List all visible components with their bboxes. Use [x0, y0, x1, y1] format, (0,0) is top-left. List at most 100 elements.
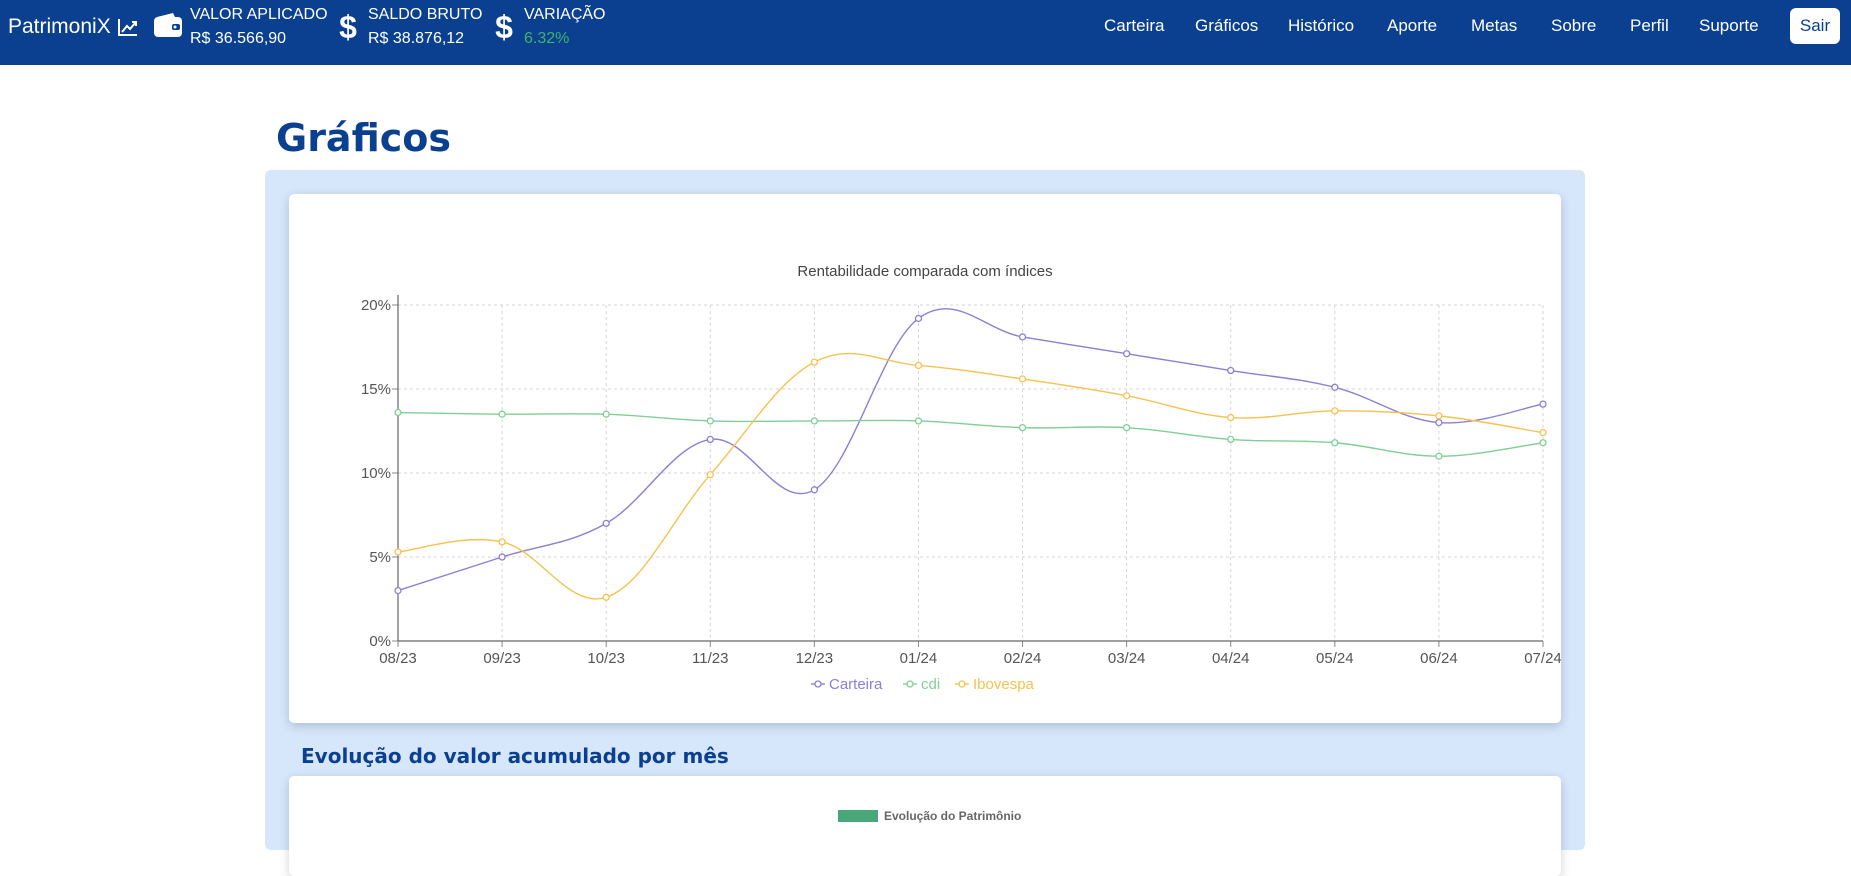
data-point [914, 314, 923, 323]
nav-carteira[interactable]: Carteira [1104, 16, 1164, 36]
data-point [498, 553, 506, 561]
svg-text:$: $ [495, 9, 513, 44]
section-title: Evolução do valor acumulado por mês [301, 744, 729, 768]
chart-card-evolucao [289, 776, 1561, 876]
data-point [1227, 366, 1235, 375]
data-point [394, 586, 402, 595]
data-point [1331, 439, 1339, 447]
data-point [1435, 452, 1443, 460]
nav-metas[interactable]: Metas [1471, 16, 1517, 36]
data-point [1331, 407, 1339, 415]
x-tick-label: 07/24 [1524, 650, 1561, 667]
data-point [1122, 392, 1131, 400]
data-point [706, 417, 714, 425]
legend-label: Carteira [829, 676, 883, 693]
chart-legend[interactable]: Evolução do Patrimônio [838, 809, 1021, 823]
series-line-carteira [397, 308, 1544, 592]
legend-marker [958, 680, 966, 688]
legend-item-ibovespa[interactable]: Ibovespa [955, 676, 1035, 693]
dollar-icon: $ [338, 8, 358, 49]
data-point [1227, 435, 1235, 444]
nav-suporte[interactable]: Suporte [1699, 16, 1759, 36]
data-point [498, 410, 506, 418]
y-tick-label: 20% [361, 297, 391, 314]
page-title: Gráficos [276, 116, 451, 160]
y-tick-label: 15% [361, 381, 391, 398]
data-point [1539, 429, 1547, 437]
dollar-icon: $ [494, 8, 514, 49]
data-point [1435, 418, 1443, 427]
chart-card-rentabilidade: Rentabilidade comparada com índices 0% 5%… [289, 194, 1562, 723]
legend-label: cdi [921, 676, 940, 693]
data-point [602, 410, 610, 418]
data-point [1018, 333, 1027, 341]
data-point [810, 486, 819, 494]
trending-up-icon [117, 17, 139, 37]
x-tick-label: 01/24 [900, 650, 938, 667]
legend-marker [814, 680, 822, 688]
nav-aporte[interactable]: Aporte [1387, 16, 1437, 36]
y-tick-label: 10% [361, 465, 391, 482]
data-point [498, 538, 506, 546]
wallet-icon [153, 12, 183, 43]
series-line-cdi [397, 411, 1544, 457]
data-point [1539, 439, 1547, 447]
data-point [602, 519, 610, 528]
nav-perfil[interactable]: Perfil [1630, 16, 1669, 36]
stat-saldo-bruto: $ SALDO BRUTO R$ 38.876,12 [336, 4, 486, 54]
legend-marker [906, 680, 914, 688]
svg-text:$: $ [339, 9, 357, 44]
stat-label: VALOR APLICADO [190, 6, 328, 23]
data-point [394, 548, 402, 556]
legend-swatch [838, 810, 878, 822]
data-point [914, 361, 923, 370]
legend-item-cdi[interactable]: cdi [903, 676, 940, 693]
x-tick-label: 02/24 [1004, 650, 1042, 667]
brand[interactable]: PatrimoniX [8, 14, 139, 40]
data-point [1122, 423, 1131, 432]
data-point [1435, 412, 1443, 420]
y-tick-label: 0% [369, 633, 391, 650]
legend-label: Evolução do Patrimônio [884, 809, 1022, 823]
x-tick-label: 08/23 [379, 650, 417, 667]
data-point [810, 358, 819, 366]
data-point [914, 417, 923, 425]
nav-historico[interactable]: Histórico [1288, 16, 1354, 36]
x-tick-label: 11/23 [692, 650, 728, 667]
legend-item-carteira[interactable]: Carteira [811, 676, 883, 693]
data-point [1018, 375, 1027, 383]
data-point [706, 435, 714, 444]
navbar: PatrimoniX VALOR APLICADO R$ 36.566,90 $ [0, 0, 1851, 65]
x-tick-label: 06/24 [1420, 650, 1458, 667]
logout-button[interactable]: Sair [1790, 8, 1840, 44]
data-point [1539, 400, 1547, 408]
stat-label: VARIAÇÃO [524, 6, 606, 23]
legend-label: Ibovespa [973, 676, 1035, 693]
stat-value: R$ 38.876,12 [368, 30, 465, 47]
x-tick-label: 03/24 [1108, 650, 1146, 667]
data-point [1227, 413, 1235, 422]
stat-variacao: $ VARIAÇÃO 6.32% [492, 4, 612, 54]
nav-sobre[interactable]: Sobre [1551, 16, 1596, 36]
data-point [1122, 350, 1131, 358]
stat-value: R$ 36.566,90 [190, 30, 287, 47]
brand-name: PatrimoniX [8, 15, 111, 38]
x-tick-label: 10/23 [587, 650, 625, 667]
x-tick-label: 04/24 [1212, 650, 1250, 667]
x-tick-label: 09/23 [483, 650, 521, 667]
y-tick-label: 5% [369, 549, 391, 566]
x-tick-label: 12/23 [796, 650, 834, 667]
stat-label: SALDO BRUTO [368, 6, 483, 23]
rentabilidade-chart: Rentabilidade comparada com índices 0% 5%… [361, 263, 1562, 693]
data-point [1018, 423, 1027, 432]
stat-valor-aplicado: VALOR APLICADO R$ 36.566,90 [153, 4, 333, 54]
data-point [394, 408, 402, 417]
stat-value: 6.32% [524, 30, 570, 47]
data-point [602, 593, 610, 601]
data-point [1331, 383, 1339, 391]
series-line-ibovespa [397, 352, 1544, 600]
data-point [706, 471, 714, 479]
nav-graficos[interactable]: Gráficos [1195, 16, 1258, 36]
data-point [810, 417, 819, 425]
chart-title: Rentabilidade comparada com índices [797, 263, 1052, 280]
